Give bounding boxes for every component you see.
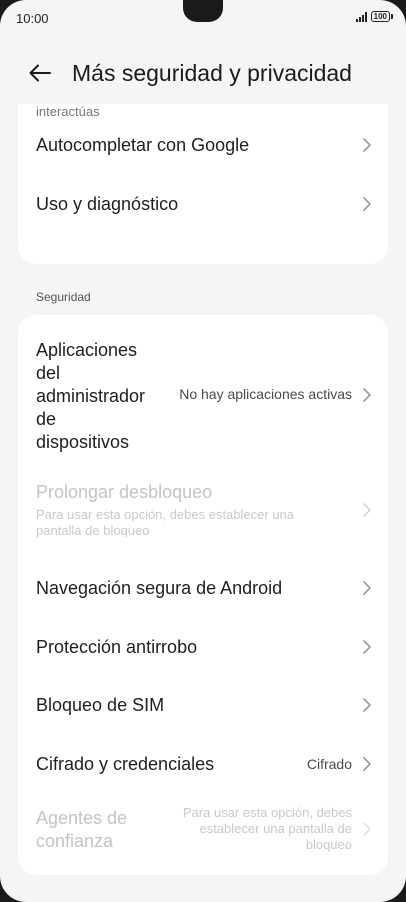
battery-icon: 100: [370, 11, 394, 22]
status-icons: 100: [355, 11, 394, 22]
section-header-security: Seguridad: [36, 290, 91, 304]
extend-unlock-label: Prolongar desbloqueo: [36, 482, 213, 502]
page-title: Más seguridad y privacidad: [72, 59, 352, 86]
chevron-right-icon: [362, 821, 372, 837]
extend-unlock-item: Prolongar desbloqueo Para usar esta opci…: [18, 475, 388, 545]
signal-icon: [355, 11, 367, 22]
security-card: Aplicaciones del administrador de dispos…: [18, 315, 388, 875]
chevron-right-icon: [362, 756, 372, 772]
status-bar: 10:00 100: [0, 0, 406, 38]
usage-diagnostics-label: Uso y diagnóstico: [36, 193, 179, 214]
chevron-right-icon: [362, 137, 372, 153]
truncated-description: interactúas: [36, 104, 100, 119]
trust-agents-item: Agentes de confianza Para usar esta opci…: [18, 801, 388, 859]
theft-protection-item[interactable]: Protección antirrobo: [18, 624, 388, 670]
safe-browsing-label: Navegación segura de Android: [36, 577, 283, 598]
device-admin-apps-label: Aplicaciones del administrador de dispos…: [36, 340, 146, 452]
theft-protection-label: Protección antirrobo: [36, 636, 198, 657]
safe-browsing-item[interactable]: Navegación segura de Android: [18, 565, 388, 611]
chevron-right-icon: [362, 387, 372, 403]
sim-lock-item[interactable]: Bloqueo de SIM: [18, 682, 388, 728]
encryption-status-value: Cifrado: [306, 756, 352, 772]
chevron-right-icon: [362, 502, 372, 518]
chevron-right-icon: [362, 580, 372, 596]
app-header: Más seguridad y privacidad: [0, 42, 406, 104]
trust-agents-subtitle: Para usar esta opción, debes establecer …: [182, 805, 352, 852]
chevron-right-icon: [362, 639, 372, 655]
extend-unlock-subtitle: Para usar esta opción, debes establecer …: [36, 507, 295, 538]
back-arrow-icon[interactable]: [28, 61, 52, 85]
chevron-right-icon: [362, 196, 372, 212]
device-admin-apps-value: No hay aplicaciones activas: [179, 386, 352, 402]
sim-lock-label: Bloqueo de SIM: [36, 694, 165, 715]
status-time: 10:00: [16, 11, 49, 26]
settings-scroll-area[interactable]: interactúas Autocompletar con Google Uso…: [0, 104, 406, 902]
trust-agents-label: Agentes de confianza: [36, 808, 128, 851]
camera-notch: [183, 0, 223, 22]
encryption-credentials-item[interactable]: Cifrado y credenciales Cifrado: [18, 741, 388, 787]
chevron-right-icon: [362, 697, 372, 713]
phone-screen: 10:00 100 Más seguridad y privacidad int…: [0, 0, 406, 902]
autofill-google-label: Autocompletar con Google: [36, 134, 250, 155]
autofill-google-item[interactable]: Autocompletar con Google: [18, 122, 388, 168]
encryption-credentials-label: Cifrado y credenciales: [36, 753, 215, 774]
device-admin-apps-item[interactable]: Aplicaciones del administrador de dispos…: [18, 333, 388, 457]
privacy-card: interactúas Autocompletar con Google Uso…: [18, 104, 388, 264]
usage-diagnostics-item[interactable]: Uso y diagnóstico: [18, 181, 388, 227]
